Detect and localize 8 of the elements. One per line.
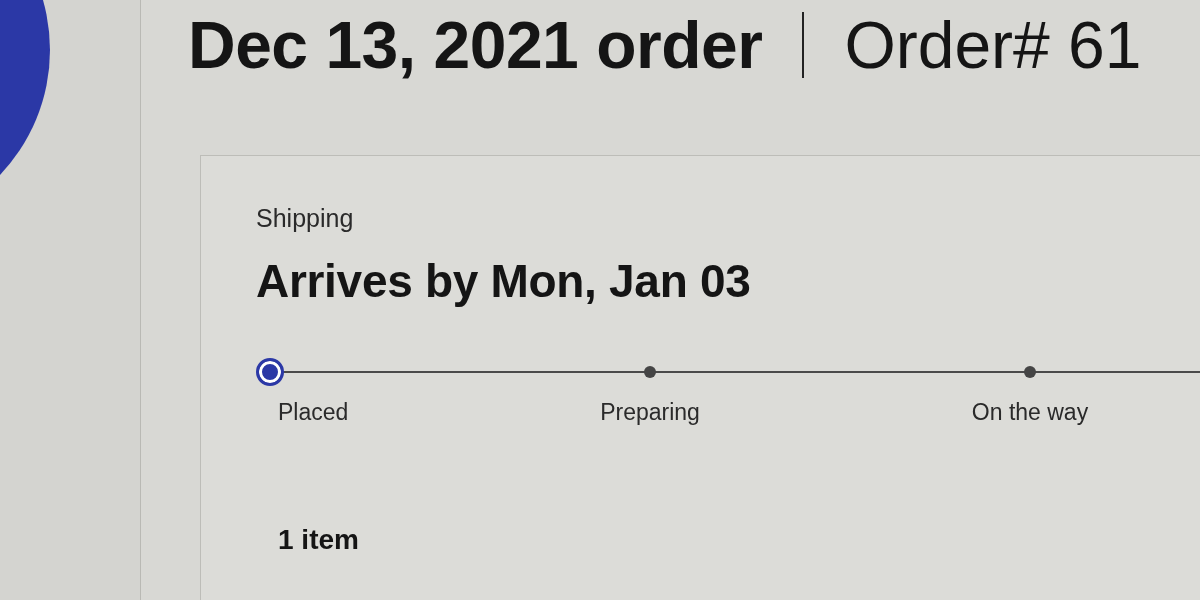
item-count: 1 item <box>278 524 360 556</box>
step-label: Placed <box>278 399 349 425</box>
arrival-date: Arrives by Mon, Jan 03 <box>256 255 752 308</box>
order-date-title: Dec 13, 2021 order <box>188 8 763 82</box>
step-label: On the way <box>971 399 1089 425</box>
step-label: Preparing <box>600 399 700 425</box>
order-number: Order# 61 <box>844 8 1142 82</box>
section-label: Shipping <box>256 204 355 233</box>
